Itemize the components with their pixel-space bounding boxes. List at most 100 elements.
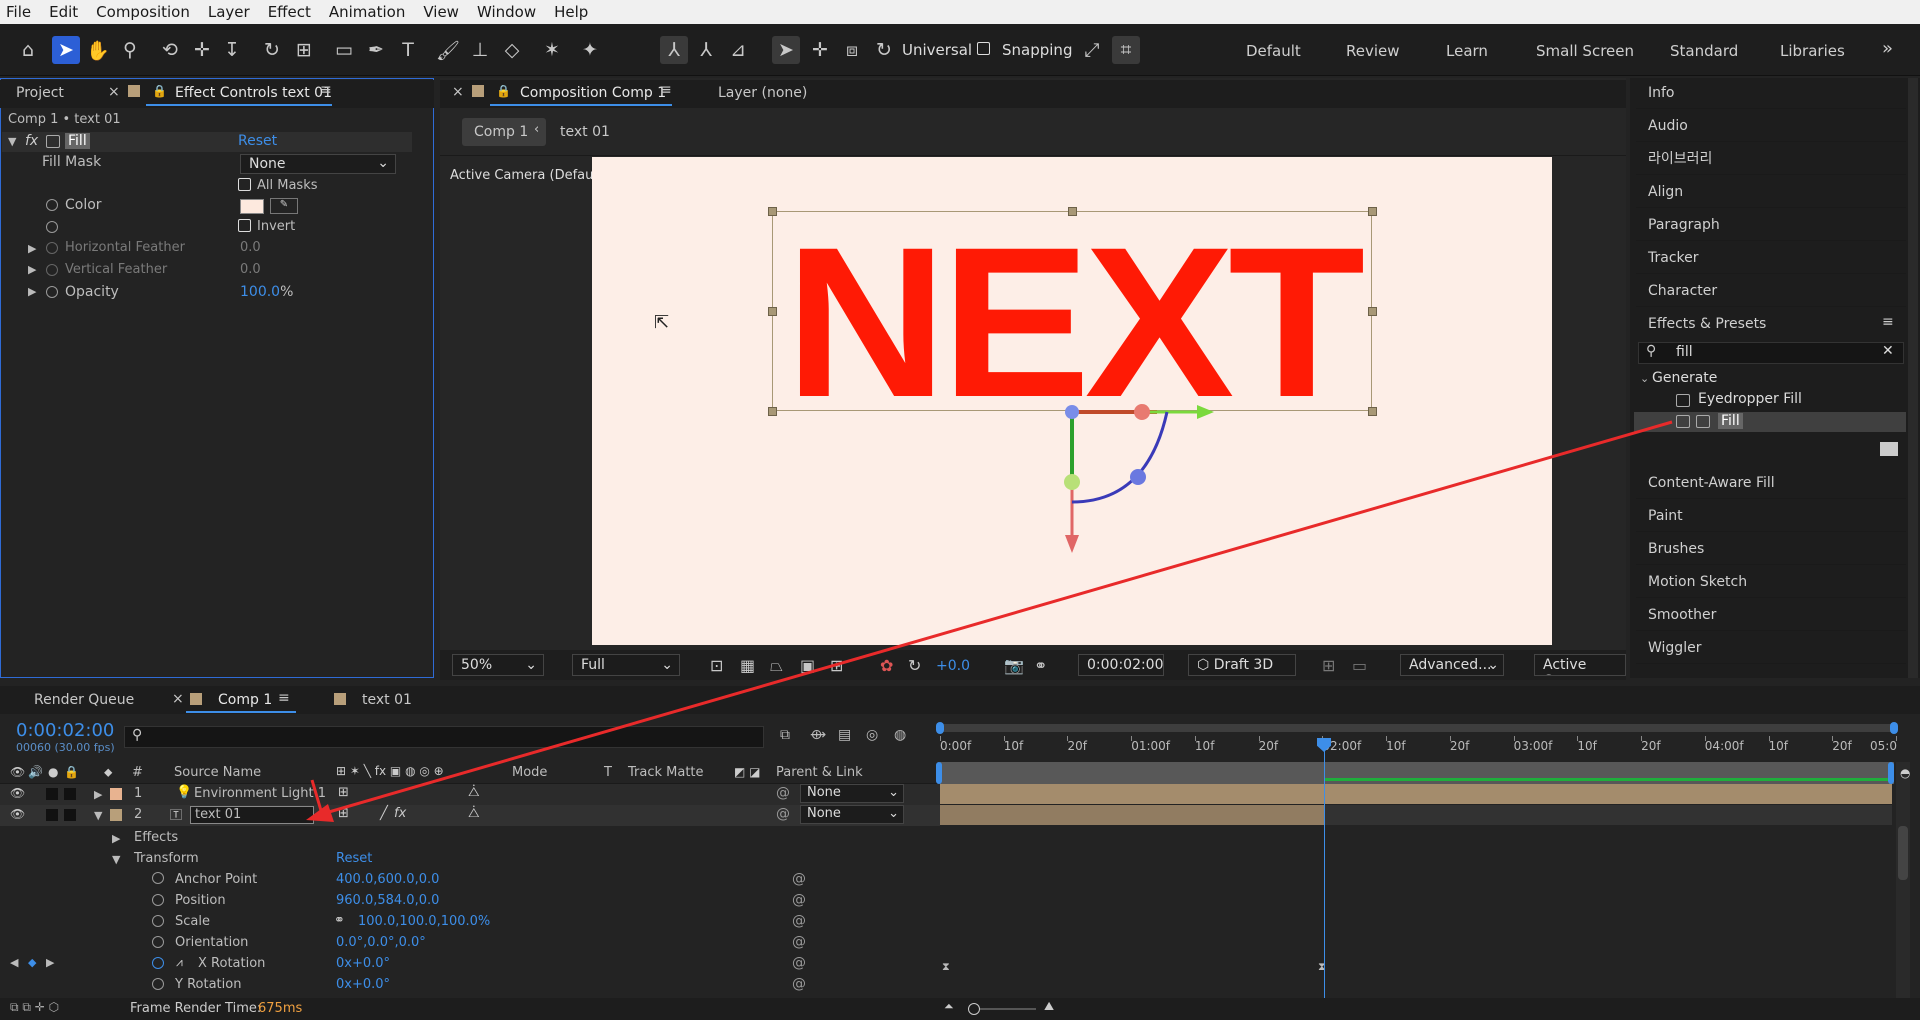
pan-tool-icon[interactable]: ✛ (188, 36, 216, 64)
region-of-interest-icon[interactable]: ▣ (800, 656, 815, 675)
column-source-name[interactable]: Source Name (174, 765, 261, 780)
motion-blur-icon[interactable]: ◍ (894, 727, 906, 743)
snapshot-icon[interactable]: 📷 (1004, 656, 1024, 675)
expression-pickwhip-icon[interactable]: @ (792, 892, 806, 908)
snapping-checkbox[interactable] (977, 42, 990, 55)
panel-libraries-kr[interactable]: 라이브러리 (1636, 144, 1906, 175)
work-area-end-handle[interactable] (1890, 722, 1898, 734)
tab-comp-1[interactable]: Comp 1 (218, 692, 272, 708)
color-swatch[interactable] (240, 199, 264, 214)
chevron-down-icon[interactable]: ▼ (112, 853, 120, 866)
grid-guides-icon[interactable]: ⊞ (830, 656, 843, 675)
roto-brush-tool-icon[interactable]: ✶ (538, 36, 566, 64)
add-keyframe-icon[interactable]: ◆ (28, 956, 36, 969)
type-tool-icon[interactable]: T (394, 36, 422, 64)
stopwatch-icon[interactable] (152, 893, 164, 909)
chevron-right-icon[interactable]: ▶ (28, 285, 36, 298)
comp-mini-flowchart-icon[interactable]: ⧉ (780, 727, 790, 743)
transform-group-label[interactable]: Transform (134, 851, 199, 866)
rectangle-tool-icon[interactable]: ▭ (330, 36, 358, 64)
move-icon[interactable]: ✛ (806, 36, 834, 64)
horizontal-feather-value[interactable]: 0.0 (240, 240, 261, 255)
expression-pickwhip-icon[interactable]: @ (792, 934, 806, 950)
layer-name[interactable]: text 01 (190, 806, 314, 824)
tab-layer[interactable]: Layer (none) (718, 85, 807, 101)
panel-paint[interactable]: Paint (1636, 501, 1906, 532)
keyframe-icon[interactable]: ⧗ (942, 960, 950, 974)
effect-fill[interactable]: Fill (1718, 413, 1743, 429)
parent-dropdown[interactable]: None ⌄ (800, 784, 904, 803)
chevron-right-icon[interactable]: ▶ (28, 242, 36, 255)
chevron-right-icon[interactable]: ▶ (112, 832, 120, 845)
menu-edit[interactable]: Edit (49, 3, 78, 21)
panel-character[interactable]: Character (1636, 276, 1906, 307)
menu-file[interactable]: File (6, 3, 31, 21)
eye-icon[interactable]: 👁 (10, 786, 25, 800)
opacity-value-group[interactable]: 100.0% (240, 284, 293, 300)
chevron-down-icon[interactable]: ⌄ (1640, 372, 1649, 385)
pickwhip-icon[interactable]: @ (776, 785, 790, 801)
position-value[interactable]: 960.0,584.0,0.0 (336, 893, 439, 908)
expression-pickwhip-icon[interactable]: @ (792, 871, 806, 887)
expression-pickwhip-icon[interactable]: @ (792, 955, 806, 971)
3d-view-icon[interactable]: ⊞ (1322, 656, 1335, 675)
chevron-down-icon[interactable]: ▼ (94, 809, 102, 822)
stopwatch-icon[interactable] (152, 935, 164, 951)
view-dropdown[interactable]: Active Came... (1534, 654, 1626, 676)
panel-smoother[interactable]: Smoother (1636, 600, 1906, 631)
pickwhip-icon[interactable]: @ (776, 806, 790, 822)
hand-tool-icon[interactable]: ✋ (84, 36, 112, 64)
close-icon[interactable]: × (172, 691, 184, 707)
eyedropper-icon[interactable]: ✎ (270, 198, 298, 214)
lock-icon[interactable]: 🔒 (496, 84, 511, 98)
3d-layer-icon[interactable]: ⧊ (468, 785, 480, 800)
home-icon[interactable]: ⌂ (14, 36, 42, 64)
eraser-tool-icon[interactable]: ◇ (498, 36, 526, 64)
panel-brushes[interactable]: Brushes (1636, 534, 1906, 565)
layer-row[interactable]: 👁 ▶ 1 💡 Environment Light 1 ⊞ ⧊ @ None ⌄ (0, 784, 940, 805)
label-color[interactable] (110, 788, 122, 800)
chevron-right-icon[interactable]: ▶ (28, 263, 36, 276)
zoom-in-icon[interactable]: ⛰ (1044, 999, 1054, 1014)
panel-effects-presets[interactable]: Effects & Presets (1636, 309, 1906, 340)
workspace-learn[interactable]: Learn (1446, 42, 1488, 60)
work-area-bar[interactable] (940, 724, 1896, 732)
stopwatch-icon[interactable] (46, 220, 58, 236)
column-mode[interactable]: Mode (512, 765, 547, 780)
prev-keyframe-icon[interactable]: ◀ (10, 956, 18, 969)
rotate-tool-icon[interactable]: ↻ (258, 36, 286, 64)
world-axis-icon[interactable]: ⅄ (692, 36, 720, 64)
lock-icon[interactable]: 🔒 (152, 84, 167, 98)
local-axis-icon[interactable]: ⅄ (660, 36, 688, 64)
menu-window[interactable]: Window (477, 3, 536, 21)
work-area-start-handle[interactable] (936, 722, 944, 734)
effect-reset-link[interactable]: Reset (238, 133, 277, 149)
3d-gizmo[interactable] (592, 157, 1552, 645)
new-bin-icon[interactable] (1880, 442, 1898, 456)
all-masks-checkbox[interactable]: All Masks (238, 178, 318, 193)
anchor-tool-icon[interactable]: ⊞ (290, 36, 318, 64)
right-panel-scrollbar[interactable] (1908, 78, 1918, 678)
stopwatch-icon[interactable] (152, 872, 164, 887)
menu-layer[interactable]: Layer (208, 3, 250, 21)
layer-row-selected[interactable]: 👁 ▼ 2 🅃 text 01 ⊞ ╱ fx ⧊ @ None ⌄ (0, 805, 940, 826)
column-parent-link[interactable]: Parent & Link (776, 765, 863, 780)
timeline-scrollbar-thumb[interactable] (1898, 826, 1908, 880)
clear-search-icon[interactable]: ✕ (1882, 343, 1894, 359)
effect-eyedropper-fill[interactable]: Eyedropper Fill (1698, 391, 1802, 407)
panel-content-aware-fill[interactable]: Content-Aware Fill (1636, 468, 1906, 499)
zoom-slider-handle[interactable] (968, 1003, 980, 1015)
snap-toggle-icon[interactable]: ⌗ (1112, 36, 1140, 64)
stopwatch-icon[interactable] (152, 914, 164, 930)
anchor-point-value[interactable]: 400.0,600.0,0.0 (336, 872, 439, 887)
menu-help[interactable]: Help (554, 3, 588, 21)
layer-bar-light[interactable] (940, 784, 1892, 804)
fx-switch-icon[interactable]: fx (394, 806, 406, 821)
layer-name[interactable]: Environment Light 1 (194, 786, 326, 801)
workspace-more-icon[interactable]: » (1882, 38, 1893, 59)
footer-toggle-icons[interactable]: ⧉ ⧉ ✛ ⬡ (10, 1000, 59, 1015)
lock-switch[interactable] (64, 809, 76, 821)
mask-visibility-icon[interactable]: ⏢ (770, 656, 783, 676)
effects-group-label[interactable]: Effects (134, 830, 178, 845)
channel-icon[interactable]: ✿ (880, 656, 893, 675)
